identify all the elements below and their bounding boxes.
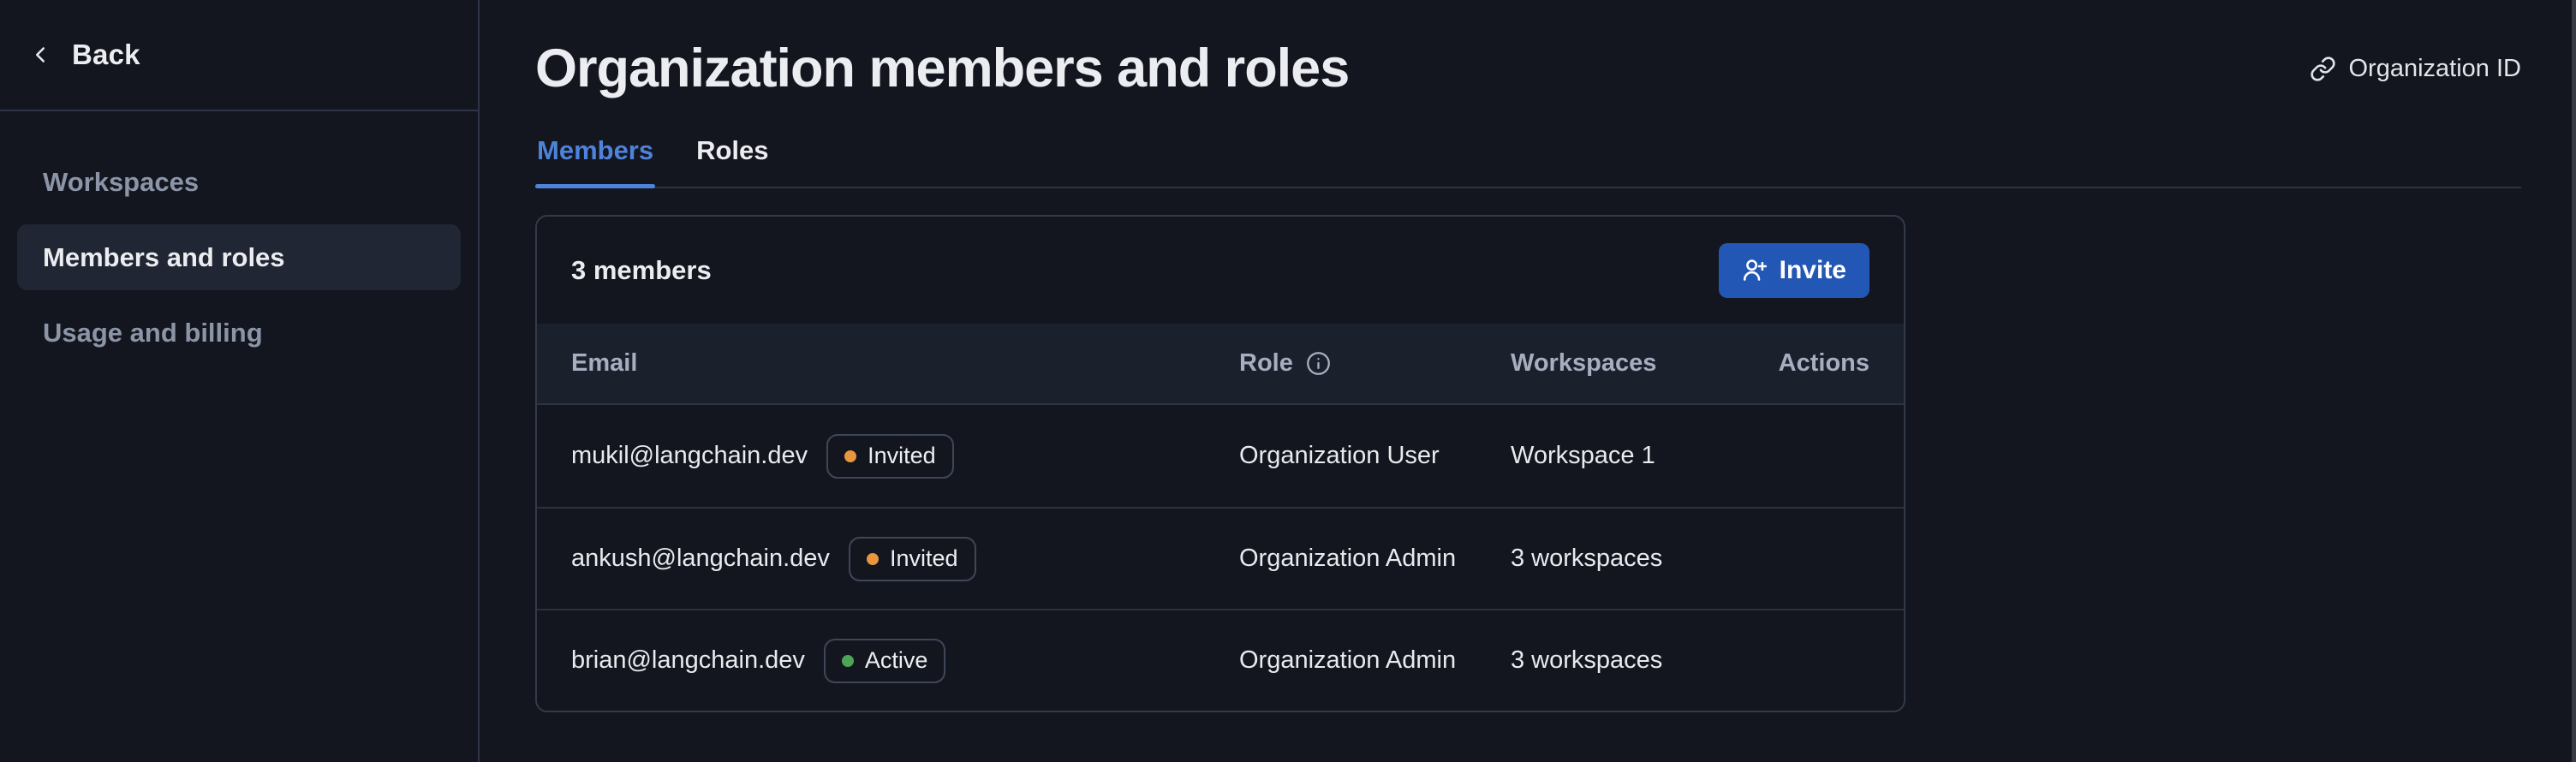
sidebar-nav: Workspaces Members and roles Usage and b… [0,111,478,375]
member-count: 3 members [571,255,712,286]
member-role: Organization User [1239,442,1511,470]
status-label: Active [865,647,928,674]
tab-roles[interactable]: Roles [695,135,770,187]
user-plus-icon [1742,257,1768,283]
status-label: Invited [890,545,958,572]
table-row: brian@langchain.dev Active Organization … [537,609,1904,711]
page-header: Organization members and roles Organizat… [535,38,2521,99]
main-content: Organization members and roles Organizat… [480,0,2576,762]
sidebar-item-usage-and-billing[interactable]: Usage and billing [17,300,461,366]
tabs: Members Roles [535,135,2521,188]
email-cell: ankush@langchain.dev Invited [571,537,1239,581]
link-icon [2310,56,2336,82]
email-cell: mukil@langchain.dev Invited [571,434,1239,479]
scrollbar[interactable] [2572,0,2576,762]
status-dot [842,655,854,667]
member-workspaces: 3 workspaces [1511,545,1869,573]
sidebar-item-members-and-roles[interactable]: Members and roles [17,224,461,290]
status-badge: Active [824,639,946,683]
sidebar-item-label: Workspaces [43,167,199,198]
chevron-left-icon [27,42,53,68]
back-button[interactable]: Back [0,0,478,111]
table-header-row: Email Role Workspaces Actions [537,324,1904,405]
email-cell: brian@langchain.dev Active [571,639,1239,683]
status-dot [867,553,879,565]
info-icon[interactable] [1305,350,1332,377]
sidebar-item-label: Members and roles [43,242,285,273]
column-header-email: Email [571,349,1239,378]
status-label: Invited [868,443,936,469]
member-role: Organization Admin [1239,646,1511,675]
members-card: 3 members Invite Email Role Workspaces A… [535,215,1905,712]
column-header-role-label: Role [1239,349,1293,378]
members-card-header: 3 members Invite [537,217,1904,324]
status-badge: Invited [849,537,976,581]
status-badge: Invited [826,434,954,479]
sidebar: Back Workspaces Members and roles Usage … [0,0,480,762]
member-email: mukil@langchain.dev [571,442,808,470]
column-header-actions: Actions [1779,349,1869,378]
invite-button[interactable]: Invite [1719,243,1869,298]
member-email: brian@langchain.dev [571,646,805,675]
table-row: ankush@langchain.dev Invited Organizatio… [537,507,1904,609]
invite-label: Invite [1780,256,1846,285]
page-title: Organization members and roles [535,38,1349,99]
member-email: ankush@langchain.dev [571,545,830,573]
column-header-workspaces: Workspaces [1511,349,1779,378]
table-row: mukil@langchain.dev Invited Organization… [537,405,1904,507]
column-header-role: Role [1239,349,1511,378]
member-role: Organization Admin [1239,545,1511,573]
org-id-label: Organization ID [2349,55,2522,83]
member-workspaces: Workspace 1 [1511,442,1869,470]
member-workspaces: 3 workspaces [1511,646,1869,675]
status-dot [844,450,856,462]
sidebar-item-workspaces[interactable]: Workspaces [17,149,461,215]
org-id-link[interactable]: Organization ID [2310,55,2522,83]
sidebar-item-label: Usage and billing [43,318,263,348]
back-label: Back [72,39,140,71]
tab-members[interactable]: Members [535,135,655,187]
